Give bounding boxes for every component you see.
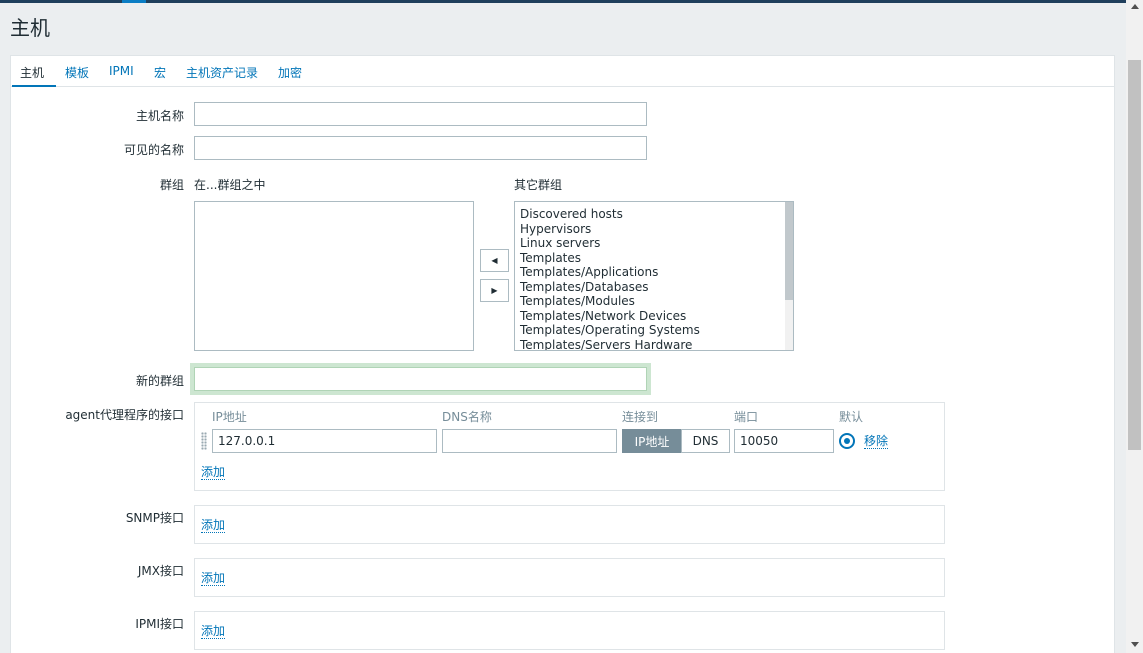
- groups-label: 群组: [159, 178, 184, 192]
- listbox-scrollbar[interactable]: [785, 202, 793, 350]
- connect-ip-button[interactable]: IP地址: [622, 429, 682, 453]
- add-snmp-interface-link[interactable]: 添加: [201, 518, 226, 533]
- ipmi-interface-box: 添加: [194, 611, 945, 650]
- add-ipmi-interface-link[interactable]: 添加: [201, 624, 226, 639]
- visible-name-label: 可见的名称: [123, 143, 184, 157]
- host-name-label: 主机名称: [135, 109, 184, 123]
- list-item[interactable]: Templates/Network Devices: [515, 309, 793, 324]
- page-scrollbar[interactable]: [1126, 0, 1143, 653]
- remove-interface-link[interactable]: 移除: [864, 434, 889, 449]
- page-scroll-thumb[interactable]: [1128, 60, 1141, 450]
- list-item[interactable]: Discovered hosts: [515, 207, 793, 222]
- col-connect-header: 连接到: [622, 410, 659, 424]
- add-agent-interface-link[interactable]: 添加: [201, 465, 226, 480]
- scroll-up-arrow-icon[interactable]: [1131, 4, 1139, 9]
- listbox-scroll-thumb[interactable]: [785, 202, 793, 300]
- list-item[interactable]: Templates/Databases: [515, 280, 793, 295]
- other-groups-header: 其它群组: [514, 178, 563, 192]
- ipmi-interface-label: IPMI接口: [135, 617, 184, 631]
- triangle-right-icon: ▶: [491, 286, 498, 295]
- col-port-header: 端口: [734, 410, 759, 424]
- top-header-active-indicator: [122, 0, 146, 3]
- other-groups-listbox[interactable]: Discovered hosts Hypervisors Linux serve…: [514, 201, 794, 351]
- snmp-interface-box: 添加: [194, 505, 945, 544]
- tab-macros[interactable]: 宏: [154, 64, 166, 81]
- connect-dns-button[interactable]: DNS: [681, 429, 730, 453]
- col-default-header: 默认: [839, 410, 864, 424]
- list-item[interactable]: Templates/Operating Systems: [515, 323, 793, 338]
- list-item[interactable]: Templates: [515, 251, 793, 266]
- agent-interface-box: IP地址 DNS名称 连接到 端口 默认 IP地址 DNS 移除 添加: [194, 402, 945, 491]
- in-groups-header: 在...群组之中: [194, 178, 266, 192]
- list-item[interactable]: Templates/Modules: [515, 294, 793, 309]
- drag-handle-icon[interactable]: [201, 432, 207, 450]
- dns-name-input[interactable]: [442, 429, 617, 453]
- snmp-interface-label: SNMP接口: [125, 511, 184, 525]
- jmx-interface-box: 添加: [194, 558, 945, 597]
- add-jmx-interface-link[interactable]: 添加: [201, 571, 226, 586]
- new-group-input[interactable]: [194, 367, 647, 391]
- visible-name-input[interactable]: [194, 136, 647, 160]
- page-title: 主机: [10, 16, 50, 40]
- tab-host[interactable]: 主机: [20, 64, 44, 81]
- move-left-button[interactable]: ◀: [480, 249, 509, 272]
- col-dns-header: DNS名称: [442, 410, 492, 424]
- active-tab-underline: [12, 85, 56, 87]
- host-name-input[interactable]: [194, 102, 647, 126]
- tab-encryption[interactable]: 加密: [278, 64, 302, 81]
- tab-ipmi[interactable]: IPMI: [109, 64, 134, 78]
- triangle-left-icon: ◀: [491, 256, 498, 265]
- list-item[interactable]: Hypervisors: [515, 222, 793, 237]
- host-form-card: 主机 模板 IPMI 宏 主机资产记录 加密 主机名称 可见的名称 群组 在..…: [10, 55, 1115, 653]
- port-input[interactable]: [734, 429, 834, 453]
- top-header-bar: [0, 0, 1143, 3]
- tab-bar: 主机 模板 IPMI 宏 主机资产记录 加密: [11, 56, 1114, 87]
- col-ip-header: IP地址: [212, 410, 247, 424]
- new-group-label: 新的群组: [135, 374, 184, 388]
- list-item[interactable]: Templates/Servers Hardware: [515, 338, 793, 350]
- ip-address-input[interactable]: [212, 429, 437, 453]
- agent-interface-label: agent代理程序的接口: [65, 408, 184, 422]
- tab-templates[interactable]: 模板: [65, 64, 89, 81]
- move-right-button[interactable]: ▶: [480, 279, 509, 302]
- jmx-interface-label: JMX接口: [137, 564, 184, 578]
- default-radio[interactable]: [839, 433, 855, 449]
- list-item[interactable]: Linux servers: [515, 236, 793, 251]
- list-item[interactable]: Templates/Applications: [515, 265, 793, 280]
- in-groups-listbox[interactable]: [194, 201, 474, 351]
- scroll-down-arrow-icon[interactable]: [1131, 642, 1139, 647]
- tab-inventory[interactable]: 主机资产记录: [186, 64, 258, 81]
